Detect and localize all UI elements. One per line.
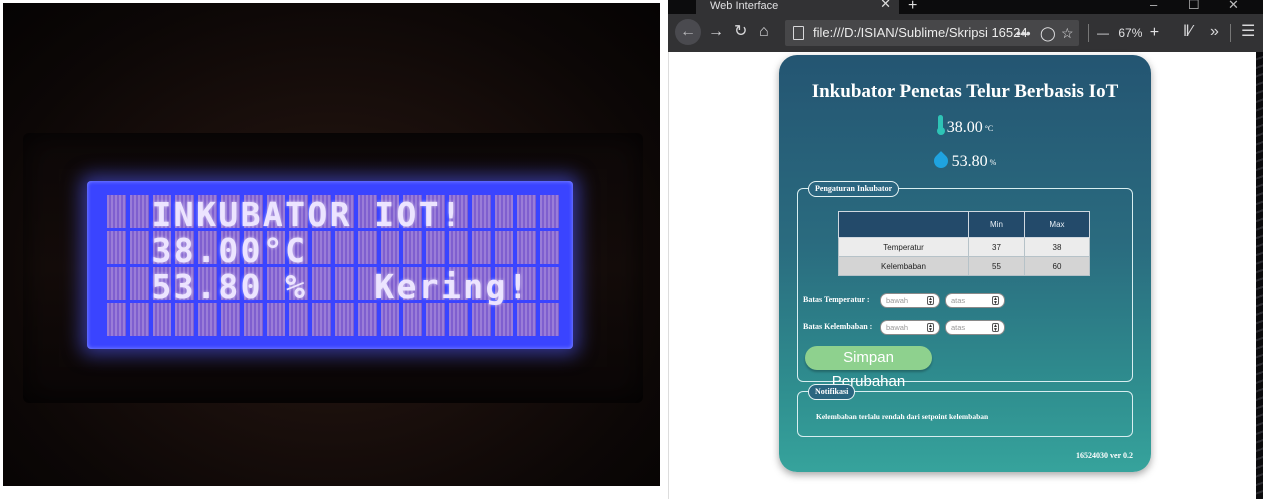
tab-web-interface[interactable]: Web Interface ✕ <box>696 0 899 14</box>
zoom-out-button[interactable]: — <box>1097 26 1109 40</box>
lcd-cell <box>312 303 331 336</box>
home-icon[interactable]: ⌂ <box>759 22 769 42</box>
table-header: Max <box>1023 211 1091 238</box>
table-cell: 37 <box>968 237 1025 257</box>
settings-legend: Pengaturan Inkubator <box>808 181 900 197</box>
hum-min-input[interactable]: bawah ▲ ▼ <box>880 320 940 335</box>
table-cell: Kelembaban <box>838 256 969 276</box>
version-label: 16524030 ver 0.2 <box>1076 451 1133 460</box>
lcd-cell <box>198 303 217 336</box>
lcd-cell <box>266 303 286 336</box>
humidity-unit: % <box>989 157 997 167</box>
spinner-icon[interactable]: ▲ ▼ <box>992 323 999 333</box>
table-header <box>838 211 969 238</box>
lcd-cell <box>357 303 377 336</box>
table-header: Min <box>968 211 1025 238</box>
lcd-cell <box>380 303 400 336</box>
lcd-grid-row <box>107 303 559 336</box>
lcd-cell <box>220 303 240 336</box>
nav-toolbar: ← → ↻ ⌂ file:///D:/ISIAN/Sublime/Skripsi… <box>668 14 1263 52</box>
page-title: Inkubator Penetas Telur Berbasis IoT <box>811 81 1119 102</box>
page-icon <box>793 26 804 40</box>
temperature-reading: 38.00 °C <box>779 115 1151 137</box>
minimize-icon[interactable]: – <box>1150 0 1157 12</box>
library-icon[interactable]: ‖∕ <box>1183 22 1192 42</box>
lcd-line-3: 53.80 % Kering! <box>107 267 531 306</box>
close-window-icon[interactable]: ✕ <box>1228 0 1239 13</box>
address-url: file:///D:/ISIAN/Sublime/Skripsi 16524 <box>813 25 1028 40</box>
table-row: Kelembaban 55 60 <box>838 256 1091 276</box>
lcd-cell <box>129 303 149 336</box>
zoom-controls: — 67% + <box>1097 20 1159 46</box>
table-cell: 60 <box>1023 256 1091 276</box>
star-icon[interactable]: ☆ <box>1061 20 1074 46</box>
lcd-cell <box>403 303 423 336</box>
table-header-row: Min Max <box>838 211 1091 238</box>
spinner-icon[interactable]: ▲ ▼ <box>927 323 934 333</box>
temp-max-placeholder: atas <box>951 296 966 305</box>
incubator-card: Inkubator Penetas Telur Berbasis IoT 38.… <box>779 55 1151 472</box>
lcd-cell <box>334 303 354 336</box>
overflow-icon[interactable]: » <box>1210 22 1219 42</box>
lcd-line-2: 38.00°C <box>107 231 486 270</box>
save-button[interactable]: Simpan Perubahan <box>805 346 932 390</box>
background-strip <box>1256 52 1263 499</box>
notification-legend: Notifikasi <box>808 384 856 400</box>
maximize-icon[interactable]: ☐ <box>1188 0 1200 13</box>
menu-icon[interactable]: ☰ <box>1241 22 1255 42</box>
lcd-cell <box>175 303 195 336</box>
lcd-cell <box>517 303 537 336</box>
hum-max-placeholder: atas <box>951 323 966 332</box>
lcd-cell <box>107 303 126 336</box>
lcd-cell <box>243 303 263 336</box>
table-row: Temperatur 37 38 <box>838 237 1091 257</box>
humidity-value: 53.80 <box>951 153 988 170</box>
back-icon[interactable]: ← <box>675 19 701 45</box>
lcd-cell <box>289 303 309 336</box>
water-drop-icon <box>930 151 951 171</box>
page-viewport: Inkubator Penetas Telur Berbasis IoT 38.… <box>668 52 1263 499</box>
table-cell: 55 <box>968 256 1025 276</box>
temp-max-input[interactable]: atas ▲ ▼ <box>945 293 1005 308</box>
tab-close-icon[interactable]: ✕ <box>880 0 891 10</box>
lcd-screen: INKUBATOR IOT! 38.00°C 53.80 % Kering! <box>87 181 573 349</box>
settings-fieldset: Pengaturan Inkubator Min Max Temperatur … <box>797 181 1133 390</box>
temperature-value: 38.00 <box>946 119 983 136</box>
forward-icon[interactable]: → <box>708 22 724 42</box>
lcd-cell <box>426 303 445 336</box>
notification-fieldset: Notifikasi Kelembaban terlalu rendah dar… <box>797 384 1133 437</box>
zoom-level[interactable]: 67% <box>1118 26 1142 40</box>
page-actions-icon[interactable]: ••• <box>1016 20 1031 46</box>
tab-title: Web Interface <box>710 0 779 12</box>
lcd-cell <box>494 303 514 336</box>
limits-table: Min Max Temperatur 37 38 Kelembaban 55 6… <box>838 211 1091 276</box>
spinner-icon[interactable]: ▲ ▼ <box>992 296 999 306</box>
table-cell: Temperatur <box>838 237 969 257</box>
new-tab-icon[interactable]: + <box>908 0 917 15</box>
address-bar[interactable]: file:///D:/ISIAN/Sublime/Skripsi 16524 <box>785 20 1079 46</box>
pocket-icon[interactable]: ◯ <box>1040 20 1056 46</box>
lcd-cell <box>448 303 468 336</box>
notification-message: Kelembaban terlalu rendah dari setpoint … <box>816 412 989 421</box>
browser-window: Web Interface ✕ + – ☐ ✕ ← → ↻ ⌂ file:///… <box>668 0 1263 499</box>
lcd-cell <box>540 303 559 336</box>
lcd-cell <box>471 303 491 336</box>
temp-limit-label: Batas Temperatur : <box>803 295 870 304</box>
hum-limit-label: Batas Kelembaban : <box>803 322 873 331</box>
hum-min-placeholder: bawah <box>886 323 909 332</box>
table-cell: 38 <box>1023 237 1091 257</box>
reload-icon[interactable]: ↻ <box>734 22 747 42</box>
thermometer-icon <box>936 115 945 135</box>
temp-min-placeholder: bawah <box>886 296 909 305</box>
tab-strip: Web Interface ✕ + – ☐ ✕ <box>668 0 1263 14</box>
lcd-photo: INKUBATOR IOT! 38.00°C 53.80 % Kering! <box>3 3 660 486</box>
temp-min-input[interactable]: bawah ▲ ▼ <box>880 293 940 308</box>
lcd-line-1: INKUBATOR IOT! <box>107 195 508 234</box>
humidity-reading: 53.80% <box>779 151 1151 171</box>
spinner-icon[interactable]: ▲ ▼ <box>927 296 934 306</box>
hum-max-input[interactable]: atas ▲ ▼ <box>945 320 1005 335</box>
lcd-cell <box>152 303 172 336</box>
temperature-unit: °C <box>984 123 994 133</box>
zoom-in-button[interactable]: + <box>1150 24 1159 41</box>
